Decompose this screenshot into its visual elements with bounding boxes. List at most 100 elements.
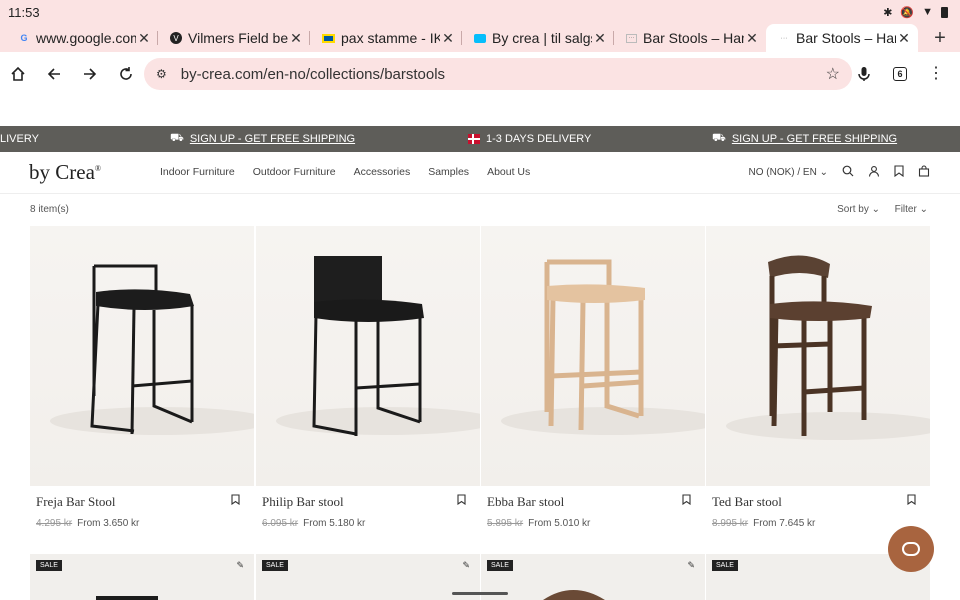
mic-button[interactable] [846, 56, 882, 92]
tab-title: By crea | til salgs [492, 30, 592, 46]
product-price: 4.295 kr From 3.650 kr [36, 518, 139, 529]
product-price: 5.895 kr From 5.010 kr [487, 518, 590, 529]
tab-ikea[interactable]: pax stamme - IKEA ✕ [310, 24, 462, 52]
tab-title: pax stamme - IKEA [341, 30, 440, 46]
tab-google[interactable]: G www.google.com ✕ [6, 24, 158, 52]
nav-outdoor-furniture[interactable]: Outdoor Furniture [253, 166, 336, 178]
announcement-bar: LIVERY ⛟ SIGN UP - GET FREE SHIPPING 1-3… [0, 126, 960, 152]
announcement-fragment: LIVERY [0, 133, 39, 145]
chat-button[interactable] [888, 526, 934, 572]
listing-toolbar: 8 item(s) Sort by ⌄ Filter ⌄ [0, 194, 960, 224]
signup-announcement[interactable]: ⛟ SIGN UP - GET FREE SHIPPING [170, 126, 355, 152]
signup-link[interactable]: SIGN UP - GET FREE SHIPPING [190, 133, 355, 145]
forward-button[interactable] [72, 56, 108, 92]
tab-switcher-button[interactable]: 6 [882, 56, 918, 92]
edit-icon[interactable]: ✎ [462, 560, 470, 571]
tab-finn[interactable]: By crea | til salgs ✕ [462, 24, 614, 52]
locale-selector[interactable]: NO (NOK) / EN ⌄ [748, 167, 828, 178]
bookmark-icon[interactable] [457, 494, 466, 508]
logo-text: by Crea [29, 160, 95, 184]
back-button[interactable] [36, 56, 72, 92]
old-price: 5.895 kr [487, 518, 524, 529]
url-text[interactable]: by-crea.com/en-no/collections/barstools [181, 66, 826, 83]
product-name[interactable]: Philip Bar stool [262, 494, 344, 510]
norway-flag-icon [468, 134, 480, 144]
sort-dropdown[interactable]: Sort by ⌄ [837, 204, 880, 215]
site-settings-icon[interactable]: ⚙ [156, 67, 167, 81]
product-name[interactable]: Ebba Bar stool [487, 494, 564, 510]
signup-announcement-2[interactable]: ⛟ SIGN UP - GET FREE SHIPPING [712, 126, 897, 152]
nav-about-us[interactable]: About Us [487, 166, 530, 178]
new-tab-button[interactable]: + [928, 24, 952, 52]
chevron-down-icon: ⌄ [819, 167, 828, 178]
product-card[interactable]: SALE ✎ [256, 554, 480, 600]
sort-label: Sort by [837, 203, 869, 215]
bycrea-icon: ··· [780, 34, 788, 42]
product-card[interactable]: Philip Bar stool 6.095 kr From 5.180 kr [256, 226, 480, 529]
product-name[interactable]: Freja Bar Stool [36, 494, 115, 510]
arrow-right-icon [84, 68, 97, 80]
tab-title: www.google.com [36, 30, 136, 46]
delivery-text: 1-3 DAYS DELIVERY [486, 133, 592, 145]
wishlist-icon[interactable] [894, 165, 904, 180]
bookmark-icon[interactable] [682, 494, 691, 508]
close-icon[interactable]: ✕ [288, 30, 304, 47]
locale-text: NO (NOK) / EN [748, 167, 817, 178]
product-name[interactable]: Ted Bar stool [712, 494, 782, 510]
product-card[interactable]: Ted Bar stool 8.995 kr From 7.645 kr [706, 226, 930, 529]
tab-title: Bar Stools – Handm [796, 30, 896, 46]
logo-mark: ® [94, 164, 101, 173]
reload-button[interactable] [108, 56, 144, 92]
bookmark-star-icon[interactable]: ☆ [826, 64, 840, 84]
sale-badge: SALE [712, 560, 738, 571]
close-icon[interactable]: ✕ [440, 30, 456, 47]
tab-title: Vilmers Field beige [188, 30, 288, 46]
account-icon[interactable] [868, 165, 880, 180]
close-icon[interactable]: ✕ [136, 30, 152, 47]
truck-icon: ⛟ [712, 132, 726, 144]
nav-accessories[interactable]: Accessories [354, 166, 411, 178]
product-card[interactable]: SALE ✎ [481, 554, 705, 600]
product-card[interactable]: SALE ✎ [30, 554, 254, 600]
more-menu-button[interactable]: ⋮ [918, 56, 954, 92]
product-image-philip[interactable] [256, 226, 480, 486]
current-price: From 7.645 kr [753, 518, 816, 529]
tab-vilmers[interactable]: V Vilmers Field beige ✕ [158, 24, 310, 52]
filter-dropdown[interactable]: Filter ⌄ [895, 204, 928, 215]
old-price: 4.295 kr [36, 518, 73, 529]
product-card[interactable]: Freja Bar Stool 4.295 kr From 3.650 kr [30, 226, 254, 529]
bookmark-icon[interactable] [231, 494, 240, 508]
site-logo[interactable]: by Crea® [29, 160, 101, 185]
cart-icon[interactable] [918, 165, 930, 180]
home-button[interactable] [0, 56, 36, 92]
bookmark-icon[interactable] [907, 494, 916, 508]
truck-icon: ⛟ [170, 132, 184, 144]
close-icon[interactable]: ✕ [744, 30, 760, 47]
product-image-ebba[interactable] [481, 226, 705, 486]
wifi-icon: ▼ [922, 6, 933, 18]
close-icon[interactable]: ✕ [896, 30, 912, 47]
filter-label: Filter [894, 203, 917, 215]
address-bar[interactable]: ⚙ by-crea.com/en-no/collections/barstool… [144, 58, 852, 90]
microphone-icon [858, 67, 870, 81]
chat-icon [902, 542, 920, 556]
gesture-handle[interactable] [452, 592, 508, 595]
product-image-ted[interactable] [706, 226, 930, 486]
tab-bycrea-active[interactable]: ··· Bar Stools – Handm ✕ [766, 24, 918, 52]
nav-samples[interactable]: Samples [428, 166, 469, 178]
product-card[interactable]: Ebba Bar stool 5.895 kr From 5.010 kr [481, 226, 705, 529]
product-price: 8.995 kr From 7.645 kr [712, 518, 815, 529]
product-image-freja[interactable] [30, 226, 254, 486]
delivery-announcement: 1-3 DAYS DELIVERY [468, 126, 591, 152]
mute-icon: 🔕 [900, 6, 915, 19]
nav-indoor-furniture[interactable]: Indoor Furniture [160, 166, 235, 178]
search-icon[interactable] [842, 165, 854, 180]
signup-link[interactable]: SIGN UP - GET FREE SHIPPING [732, 133, 897, 145]
header-actions: NO (NOK) / EN ⌄ [748, 165, 930, 180]
current-price: From 5.180 kr [303, 518, 366, 529]
tab-bycrea[interactable]: ··· Bar Stools – Handm ✕ [614, 24, 766, 52]
tab-count: 6 [893, 67, 907, 81]
item-count: 8 item(s) [30, 203, 69, 215]
close-icon[interactable]: ✕ [592, 30, 608, 47]
battery-icon [941, 6, 948, 18]
